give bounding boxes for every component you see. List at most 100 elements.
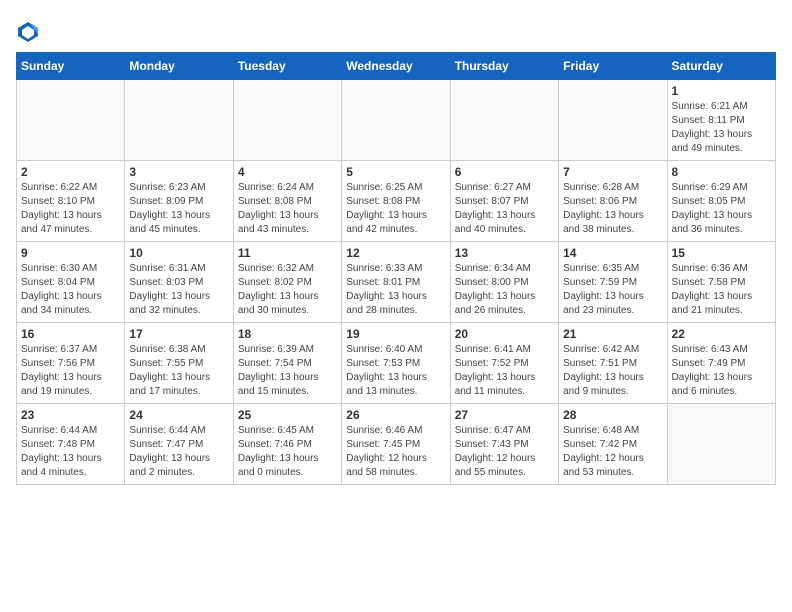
day-header-thursday: Thursday (450, 53, 558, 80)
calendar-cell: 7 Sunrise: 6:28 AM Sunset: 8:06 PM Daylig… (559, 161, 667, 242)
calendar-cell: 15 Sunrise: 6:36 AM Sunset: 7:58 PM Dayli… (667, 242, 775, 323)
calendar-cell (342, 80, 450, 161)
calendar-cell: 12Sunrise: 6:33 AM Sunset: 8:01 PM Dayli… (342, 242, 450, 323)
calendar-cell: 28 Sunrise: 6:48 AM Sunset: 7:42 PM Dayli… (559, 404, 667, 485)
day-info: Sunrise: 6:37 AM Sunset: 7:56 PM Dayligh… (21, 343, 120, 399)
day-number: 3 (129, 165, 228, 179)
day-info: Sunrise: 6:31 AM Sunset: 8:03 PM Dayligh… (129, 262, 228, 318)
page-header (16, 16, 776, 44)
calendar-cell: 10 Sunrise: 6:31 AM Sunset: 8:03 PM Dayli… (125, 242, 233, 323)
day-info: Sunrise: 6:30 AM Sunset: 8:04 PM Dayligh… (21, 262, 120, 318)
day-info: Sunrise: 6:23 AM Sunset: 8:09 PM Dayligh… (129, 181, 228, 237)
day-info: Sunrise: 6:28 AM Sunset: 8:06 PM Dayligh… (563, 181, 662, 237)
calendar-week-row: 2Sunrise: 6:22 AM Sunset: 8:10 PM Daylig… (17, 161, 776, 242)
calendar-cell: 5Sunrise: 6:25 AM Sunset: 8:08 PM Daylig… (342, 161, 450, 242)
day-number: 5 (346, 165, 445, 179)
day-header-friday: Friday (559, 53, 667, 80)
day-info: Sunrise: 6:38 AM Sunset: 7:55 PM Dayligh… (129, 343, 228, 399)
calendar-cell: 3 Sunrise: 6:23 AM Sunset: 8:09 PM Daylig… (125, 161, 233, 242)
day-number: 17 (129, 327, 228, 341)
calendar-header-row: SundayMondayTuesdayWednesdayThursdayFrid… (17, 53, 776, 80)
calendar-cell: 16 Sunrise: 6:37 AM Sunset: 7:56 PM Dayli… (17, 323, 125, 404)
calendar-cell (667, 404, 775, 485)
calendar-cell: 23 Sunrise: 6:44 AM Sunset: 7:48 PM Dayli… (17, 404, 125, 485)
day-number: 19 (346, 327, 445, 341)
day-info: Sunrise: 6:34 AM Sunset: 8:00 PM Dayligh… (455, 262, 554, 318)
day-number: 8 (672, 165, 771, 179)
day-info: Sunrise: 6:41 AM Sunset: 7:52 PM Dayligh… (455, 343, 554, 399)
day-info: Sunrise: 6:44 AM Sunset: 7:48 PM Dayligh… (21, 424, 120, 480)
day-number: 9 (21, 246, 120, 260)
day-info: Sunrise: 6:45 AM Sunset: 7:46 PM Dayligh… (238, 424, 337, 480)
calendar-cell: 11Sunrise: 6:32 AM Sunset: 8:02 PM Dayli… (233, 242, 341, 323)
calendar-cell: 6 Sunrise: 6:27 AM Sunset: 8:07 PM Daylig… (450, 161, 558, 242)
day-info: Sunrise: 6:22 AM Sunset: 8:10 PM Dayligh… (21, 181, 120, 237)
calendar-cell: 24 Sunrise: 6:44 AM Sunset: 7:47 PM Dayli… (125, 404, 233, 485)
logo (16, 20, 44, 44)
day-number: 10 (129, 246, 228, 260)
calendar-cell (559, 80, 667, 161)
day-number: 11 (238, 246, 337, 260)
calendar-cell: 27 Sunrise: 6:47 AM Sunset: 7:43 PM Dayli… (450, 404, 558, 485)
day-info: Sunrise: 6:24 AM Sunset: 8:08 PM Dayligh… (238, 181, 337, 237)
calendar-cell: 17 Sunrise: 6:38 AM Sunset: 7:55 PM Dayli… (125, 323, 233, 404)
day-header-sunday: Sunday (17, 53, 125, 80)
day-info: Sunrise: 6:36 AM Sunset: 7:58 PM Dayligh… (672, 262, 771, 318)
calendar-table: SundayMondayTuesdayWednesdayThursdayFrid… (16, 52, 776, 485)
calendar-cell: 19 Sunrise: 6:40 AM Sunset: 7:53 PM Dayli… (342, 323, 450, 404)
day-info: Sunrise: 6:33 AM Sunset: 8:01 PM Dayligh… (346, 262, 445, 318)
day-info: Sunrise: 6:44 AM Sunset: 7:47 PM Dayligh… (129, 424, 228, 480)
day-number: 27 (455, 408, 554, 422)
day-number: 22 (672, 327, 771, 341)
day-number: 16 (21, 327, 120, 341)
day-info: Sunrise: 6:43 AM Sunset: 7:49 PM Dayligh… (672, 343, 771, 399)
calendar-cell (17, 80, 125, 161)
calendar-cell: 4 Sunrise: 6:24 AM Sunset: 8:08 PM Daylig… (233, 161, 341, 242)
day-number: 18 (238, 327, 337, 341)
day-number: 14 (563, 246, 662, 260)
calendar-cell: 25 Sunrise: 6:45 AM Sunset: 7:46 PM Dayli… (233, 404, 341, 485)
day-number: 20 (455, 327, 554, 341)
calendar-cell: 22 Sunrise: 6:43 AM Sunset: 7:49 PM Dayli… (667, 323, 775, 404)
day-info: Sunrise: 6:40 AM Sunset: 7:53 PM Dayligh… (346, 343, 445, 399)
day-header-wednesday: Wednesday (342, 53, 450, 80)
day-number: 1 (672, 84, 771, 98)
calendar-cell: 20 Sunrise: 6:41 AM Sunset: 7:52 PM Dayli… (450, 323, 558, 404)
day-info: Sunrise: 6:48 AM Sunset: 7:42 PM Dayligh… (563, 424, 662, 480)
day-info: Sunrise: 6:29 AM Sunset: 8:05 PM Dayligh… (672, 181, 771, 237)
day-number: 28 (563, 408, 662, 422)
day-number: 25 (238, 408, 337, 422)
day-info: Sunrise: 6:39 AM Sunset: 7:54 PM Dayligh… (238, 343, 337, 399)
calendar-cell (450, 80, 558, 161)
day-header-monday: Monday (125, 53, 233, 80)
calendar-cell: 2Sunrise: 6:22 AM Sunset: 8:10 PM Daylig… (17, 161, 125, 242)
day-number: 13 (455, 246, 554, 260)
calendar-cell: 9 Sunrise: 6:30 AM Sunset: 8:04 PM Daylig… (17, 242, 125, 323)
day-header-tuesday: Tuesday (233, 53, 341, 80)
calendar-cell: 14 Sunrise: 6:35 AM Sunset: 7:59 PM Dayli… (559, 242, 667, 323)
calendar-week-row: 23 Sunrise: 6:44 AM Sunset: 7:48 PM Dayli… (17, 404, 776, 485)
day-number: 26 (346, 408, 445, 422)
calendar-week-row: 16 Sunrise: 6:37 AM Sunset: 7:56 PM Dayli… (17, 323, 776, 404)
calendar-cell (125, 80, 233, 161)
calendar-cell: 21 Sunrise: 6:42 AM Sunset: 7:51 PM Dayli… (559, 323, 667, 404)
calendar-cell: 13 Sunrise: 6:34 AM Sunset: 8:00 PM Dayli… (450, 242, 558, 323)
calendar-cell (233, 80, 341, 161)
calendar-week-row: 9 Sunrise: 6:30 AM Sunset: 8:04 PM Daylig… (17, 242, 776, 323)
day-info: Sunrise: 6:35 AM Sunset: 7:59 PM Dayligh… (563, 262, 662, 318)
day-number: 24 (129, 408, 228, 422)
day-info: Sunrise: 6:47 AM Sunset: 7:43 PM Dayligh… (455, 424, 554, 480)
day-number: 21 (563, 327, 662, 341)
calendar-cell: 8 Sunrise: 6:29 AM Sunset: 8:05 PM Daylig… (667, 161, 775, 242)
day-number: 23 (21, 408, 120, 422)
day-number: 4 (238, 165, 337, 179)
day-header-saturday: Saturday (667, 53, 775, 80)
calendar-cell: 26Sunrise: 6:46 AM Sunset: 7:45 PM Dayli… (342, 404, 450, 485)
day-number: 6 (455, 165, 554, 179)
day-info: Sunrise: 6:27 AM Sunset: 8:07 PM Dayligh… (455, 181, 554, 237)
calendar-cell: 18 Sunrise: 6:39 AM Sunset: 7:54 PM Dayli… (233, 323, 341, 404)
day-info: Sunrise: 6:21 AM Sunset: 8:11 PM Dayligh… (672, 100, 771, 156)
day-number: 7 (563, 165, 662, 179)
day-number: 15 (672, 246, 771, 260)
day-info: Sunrise: 6:42 AM Sunset: 7:51 PM Dayligh… (563, 343, 662, 399)
